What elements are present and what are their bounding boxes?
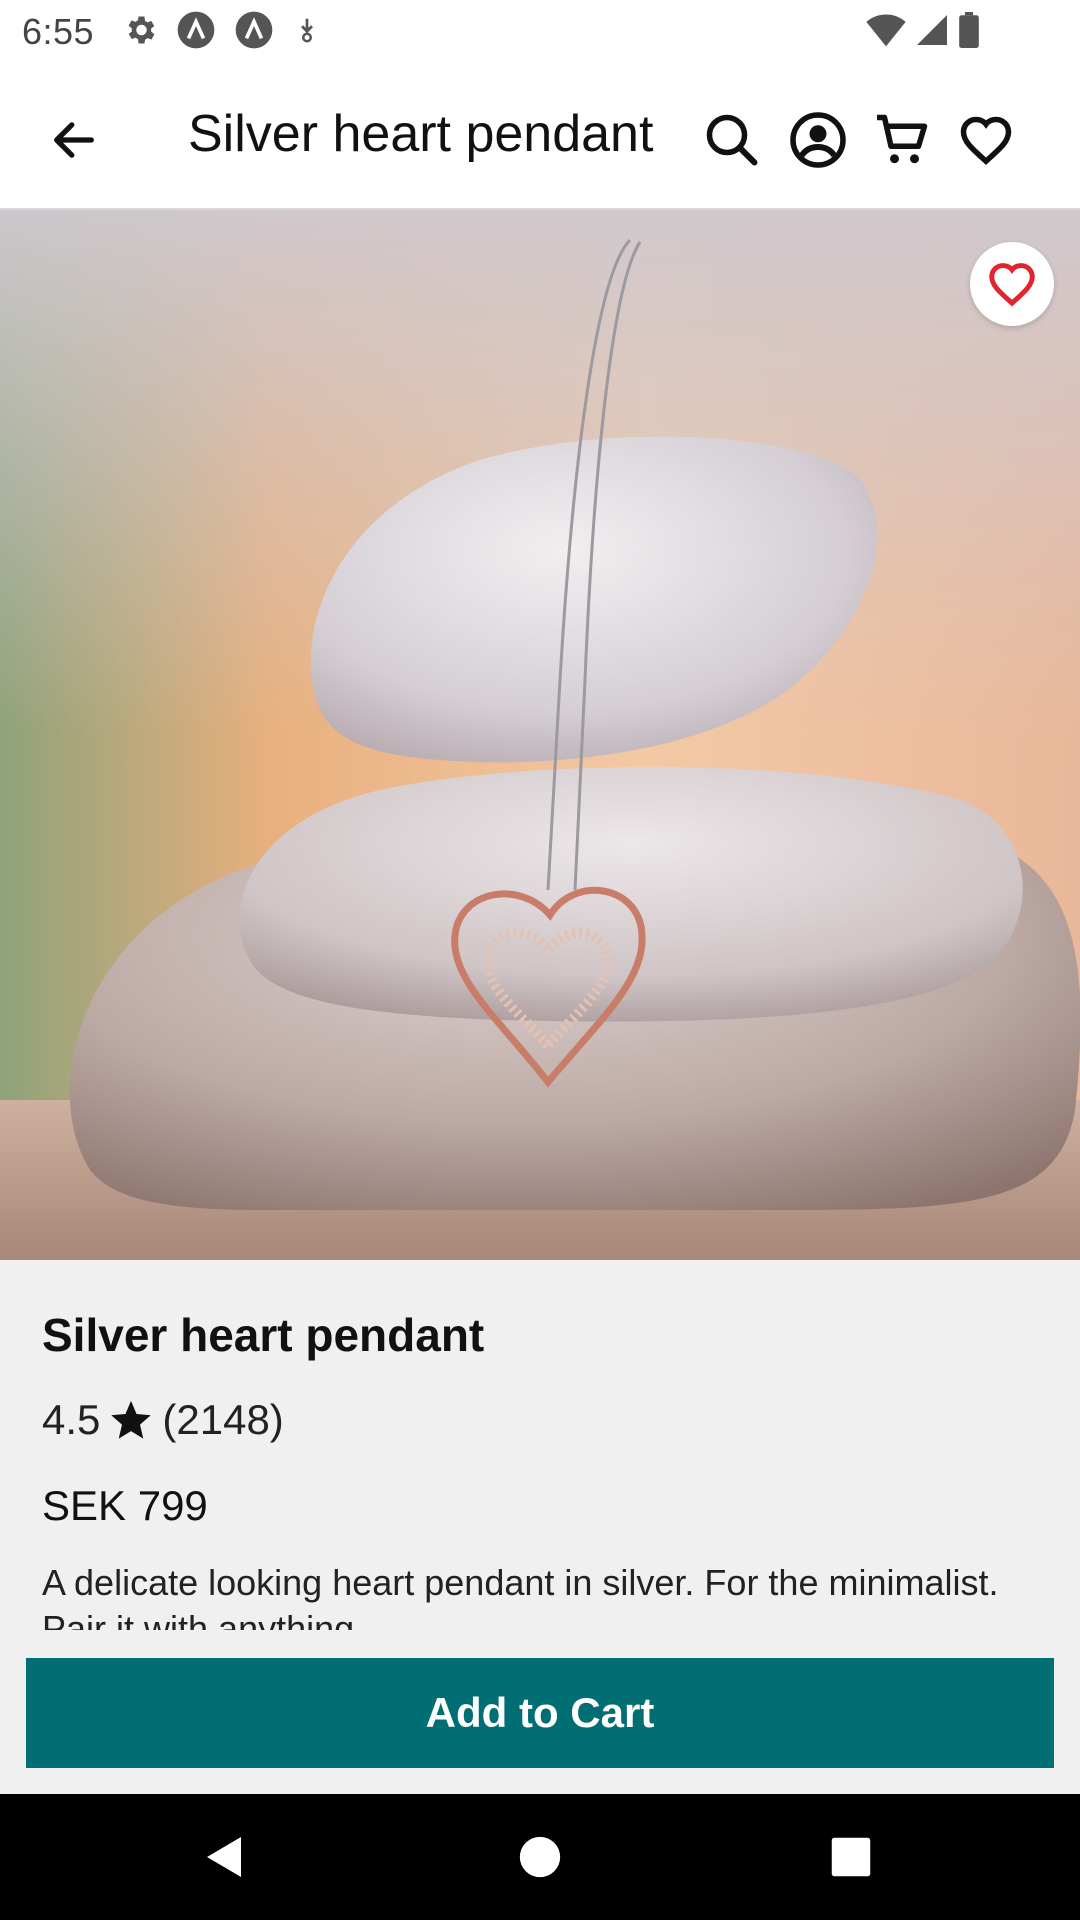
nav-home-button[interactable] [505,1822,575,1892]
status-bar: 6:55 [0,0,1080,64]
app-bar: Silver heart pendant [0,64,1080,210]
system-nav-bar [0,1794,1080,1920]
heart-outline-icon [989,263,1035,307]
product-price: SEK 799 [42,1482,208,1529]
rating-row: 4.5 (2148) [42,1396,284,1444]
cart-button[interactable] [862,100,942,180]
back-button[interactable] [36,102,112,178]
add-to-cart-button[interactable]: Add to Cart [26,1658,1054,1768]
wifi-icon [866,12,906,53]
battery-icon [958,11,980,53]
search-icon [706,114,758,166]
account-icon [790,112,846,168]
cart-action-area: Add to Cart [0,1630,1080,1794]
status-right-icons [866,11,980,53]
wishlist-button[interactable] [946,100,1026,180]
signal-icon [914,12,950,53]
rating-value: 4.5 [42,1396,101,1443]
back-arrow-icon [54,122,94,158]
square-recents-icon [831,1837,871,1877]
app-a-icon [176,10,216,55]
product-name: Silver heart pendant [42,1309,485,1361]
review-count: (2148) [162,1396,284,1443]
heart-outline-icon [960,116,1012,165]
nav-recents-button[interactable] [816,1822,886,1892]
favorite-button[interactable] [970,242,1054,326]
search-button[interactable] [692,100,772,180]
status-time: 6:55 [22,11,95,52]
circle-home-icon [519,1836,561,1878]
account-button[interactable] [778,100,858,180]
product-image [0,210,1080,1260]
gear-icon [122,12,158,53]
download-icon [292,15,322,50]
triangle-back-icon [207,1837,241,1877]
nav-back-button[interactable] [190,1822,260,1892]
cart-icon [877,114,928,164]
product-details: Silver heart pendant 4.5 (2148) SEK 799 … [0,1260,1080,1630]
status-left-icons [122,10,322,55]
page-title: Silver heart pendant [188,105,654,163]
star-icon [108,1397,154,1443]
product-description: A delicate looking heart pendant in silv… [42,1562,999,1630]
app-a-icon [234,10,274,55]
